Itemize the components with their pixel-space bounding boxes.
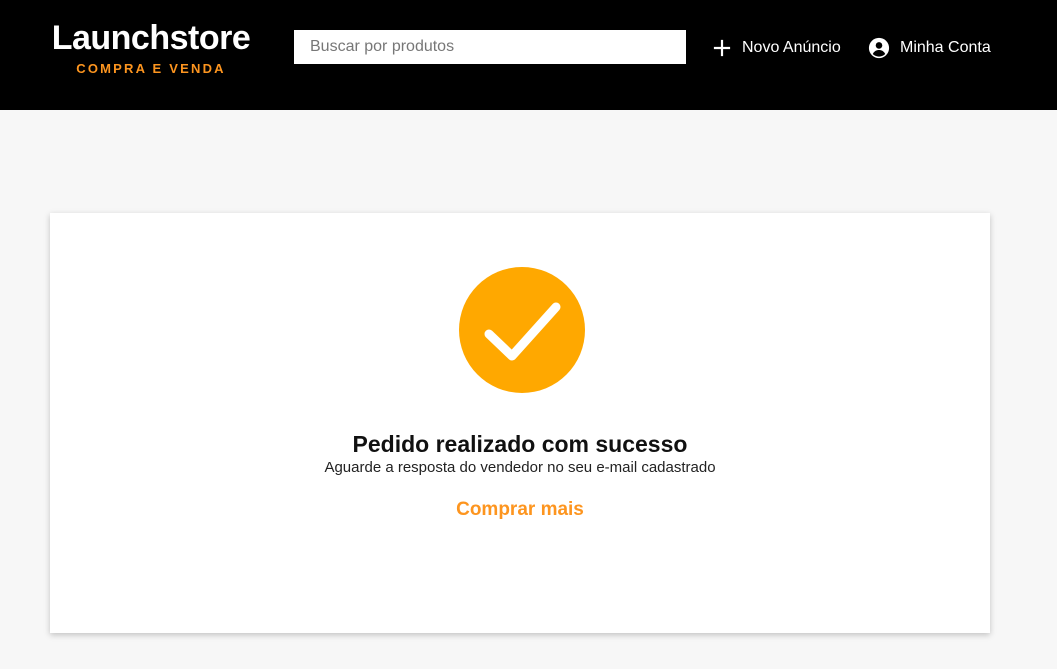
- new-ad-link[interactable]: Novo Anúncio: [712, 36, 841, 60]
- logo-subtitle: COMPRA E VENDA: [76, 61, 226, 76]
- new-ad-label: Novo Anúncio: [742, 39, 841, 56]
- account-link[interactable]: Minha Conta: [868, 36, 991, 60]
- top-header: Launchstore COMPRA E VENDA Novo Anúncio …: [0, 0, 1057, 110]
- account-label: Minha Conta: [900, 39, 991, 56]
- account-circle-icon: [868, 37, 890, 59]
- check-circle-icon: [459, 267, 585, 393]
- logo-title: Launchstore: [51, 19, 251, 57]
- buy-more-label: Comprar mais: [456, 499, 584, 520]
- plus-icon: [712, 38, 732, 58]
- success-subtitle: Aguarde a resposta do vendedor no seu e-…: [324, 459, 716, 476]
- buy-more-link[interactable]: Comprar mais: [50, 497, 990, 523]
- logo[interactable]: Launchstore COMPRA E VENDA: [50, 18, 252, 77]
- success-title: Pedido realizado com sucesso: [352, 431, 688, 457]
- search-input[interactable]: [294, 30, 686, 64]
- success-card: Pedido realizado com sucesso Aguarde a r…: [50, 213, 990, 633]
